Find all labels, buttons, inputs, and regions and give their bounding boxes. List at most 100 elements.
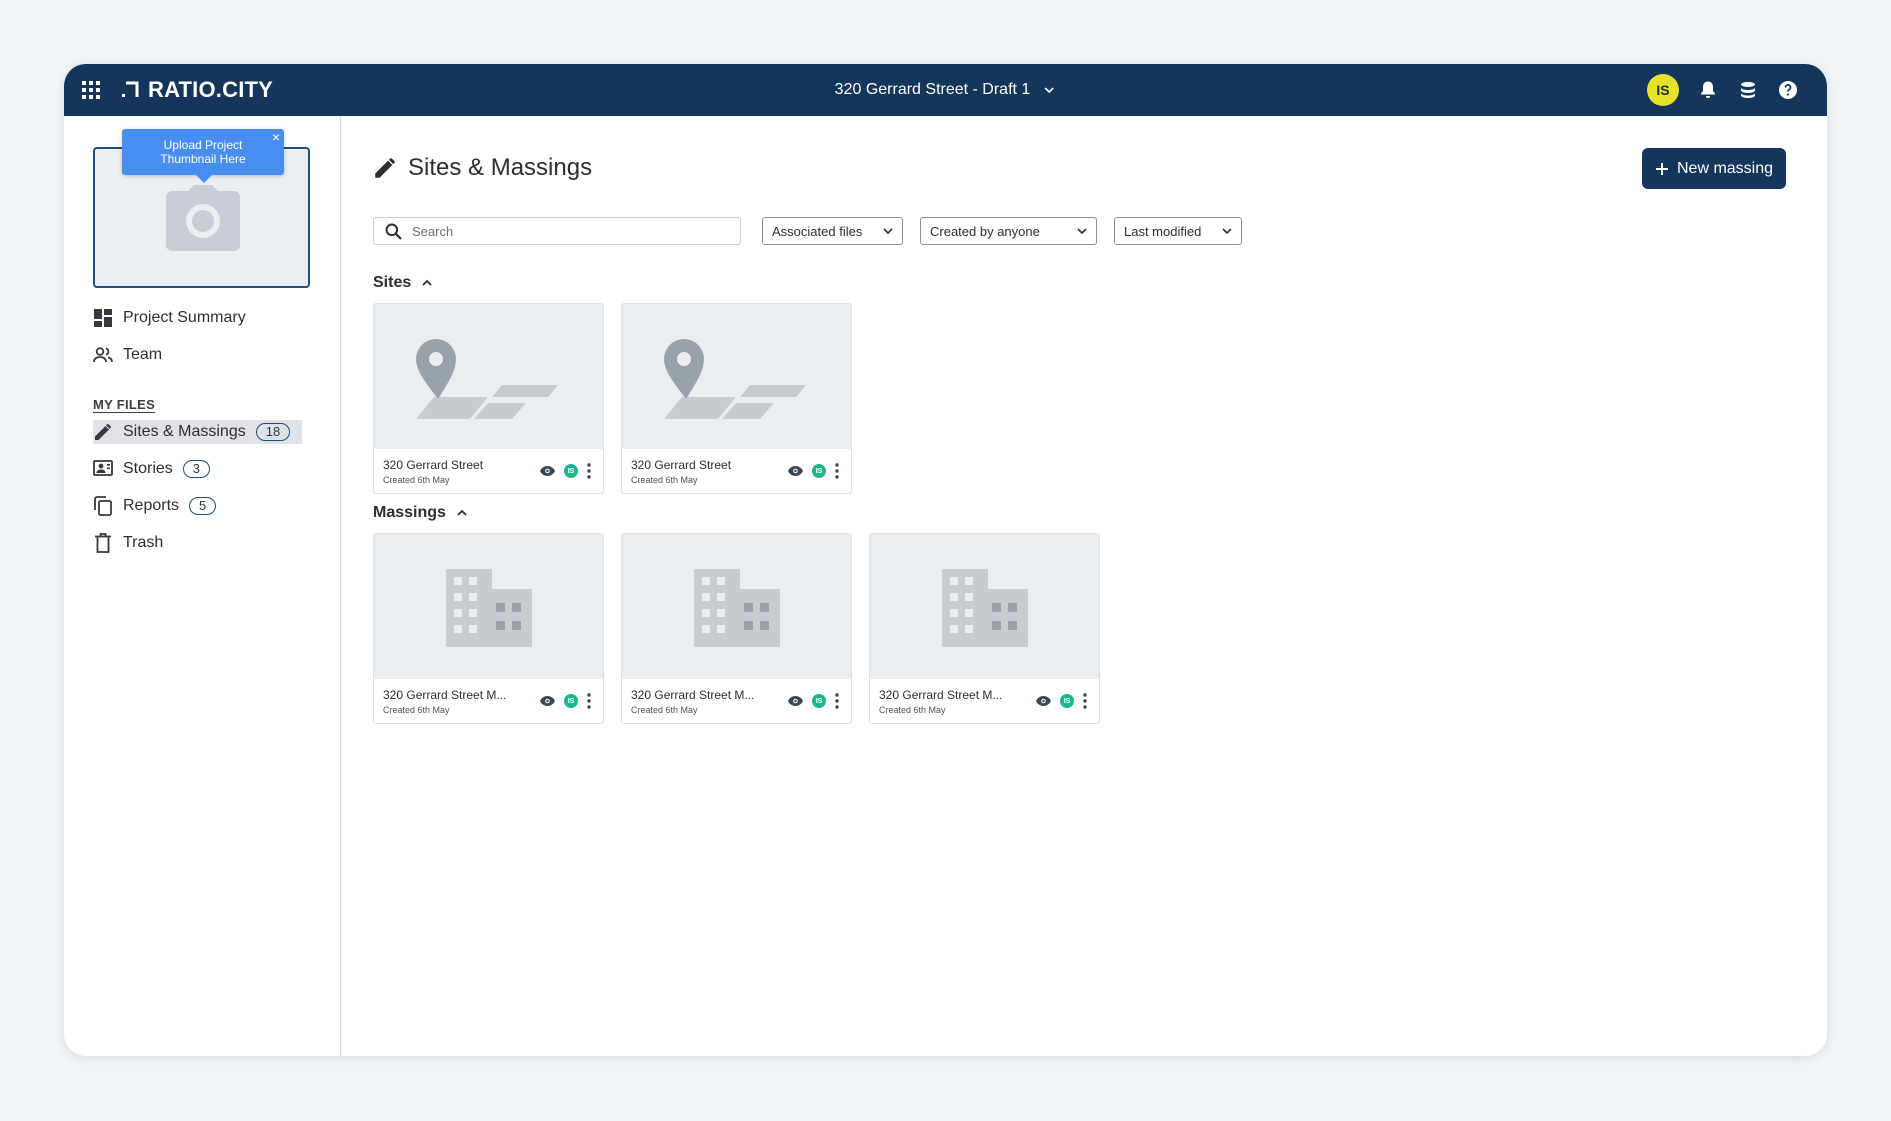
massing-thumbnail [870,534,1099,679]
close-icon[interactable]: × [272,130,280,144]
created-by-dropdown[interactable]: Created by anyone [920,217,1097,245]
building-icon [446,569,532,647]
project-nav: Project Summary Team [93,304,340,369]
camera-icon [166,185,240,251]
chevron-down-icon [1044,87,1054,94]
nav-item-stories[interactable]: Stories 3 [93,455,340,483]
page-title: Sites & Massings [408,154,593,181]
chevron-up-icon [457,509,467,516]
chevron-up-icon [422,279,432,286]
chevron-down-icon [883,228,893,235]
team-icon [93,345,113,365]
pencil-icon [375,158,395,178]
map-pin-icon [416,339,558,419]
site-card[interactable]: 320 Gerrard Street Created 6th May IS [621,303,852,494]
map-pin-icon [664,339,806,419]
owner-avatar: IS [564,464,578,478]
stories-icon [93,459,113,479]
main-content: Sites & Massings New massing Associated … [342,116,1827,1056]
nav-item-reports[interactable]: Reports 5 [93,492,340,520]
massings-heading: Massings [373,504,446,521]
tooltip-line-1: Upload Project [163,138,243,152]
more-vertical-icon[interactable] [835,463,839,479]
help-icon[interactable] [1777,79,1799,101]
database-icon[interactable] [1737,79,1759,101]
more-vertical-icon[interactable] [1083,693,1087,709]
card-title: 320 Gerrard Street M... [631,688,755,702]
card-title: 320 Gerrard Street [383,458,484,472]
nav-item-trash[interactable]: Trash [93,529,340,557]
more-vertical-icon[interactable] [587,693,591,709]
nav-label: Sites & Massings [123,423,246,440]
pencil-icon [93,422,113,442]
card-date: Created 6th May [631,705,698,715]
project-title: 320 Gerrard Street - Draft 1 [834,81,1031,98]
owner-avatar: IS [1060,694,1074,708]
eye-icon[interactable] [788,466,803,476]
site-thumbnail [622,304,851,449]
massings-section-toggle[interactable]: Massings [373,504,468,522]
bell-icon[interactable] [1697,79,1719,101]
card-title: 320 Gerrard Street M... [879,688,1003,702]
count-badge: 3 [182,460,211,478]
upload-thumbnail-tooltip: Upload Project Thumbnail Here × [122,129,284,183]
massing-card[interactable]: 320 Gerrard Street M... Created 6th May … [869,533,1100,724]
brand-logo[interactable]: RATIO.CITY [120,77,273,103]
nav-item-project-summary[interactable]: Project Summary [93,304,340,332]
nav-label: Stories [123,460,173,477]
dropdown-value: Created by anyone [930,223,1040,239]
sites-section-toggle[interactable]: Sites [373,274,433,292]
more-vertical-icon[interactable] [587,463,591,479]
nav-label: Project Summary [123,309,246,326]
app-window: RATIO.CITY 320 Gerrard Street - Draft 1 … [64,64,1827,1056]
associated-files-dropdown[interactable]: Associated files [762,217,903,245]
building-icon [942,569,1028,647]
eye-icon[interactable] [540,466,555,476]
dropdown-value: Associated files [772,223,863,239]
search-box[interactable] [373,217,741,245]
nav-label: Reports [123,497,180,514]
massing-card[interactable]: 320 Gerrard Street M... Created 6th May … [621,533,852,724]
dropdown-value: Last modified [1124,223,1202,239]
eye-icon[interactable] [788,696,803,706]
new-massing-label: New massing [1676,159,1774,177]
site-thumbnail [374,304,603,449]
nav-item-sites-massings[interactable]: Sites & Massings 18 [93,418,340,446]
apps-grid-icon[interactable] [80,79,102,101]
chevron-down-icon [1222,228,1232,235]
my-files-heading: MY FILES [93,397,156,412]
building-icon [694,569,780,647]
plus-icon [1655,162,1668,175]
site-card[interactable]: 320 Gerrard Street Created 6th May IS [373,303,604,494]
nav-label: Trash [123,534,164,551]
sites-heading: Sites [373,274,412,291]
chevron-down-icon [1077,228,1087,235]
nav-item-team[interactable]: Team [93,341,340,369]
search-input[interactable] [412,223,732,239]
copy-icon [93,496,113,516]
user-avatar[interactable]: IS [1647,74,1679,106]
massing-thumbnail [374,534,603,679]
eye-icon[interactable] [540,696,555,706]
owner-avatar: IS [812,464,826,478]
nav-label: Team [123,346,163,363]
card-date: Created 6th May [879,705,946,715]
trash-icon [93,533,113,553]
sort-dropdown[interactable]: Last modified [1114,217,1242,245]
top-bar: RATIO.CITY 320 Gerrard Street - Draft 1 … [64,64,1827,116]
dashboard-icon [93,308,113,328]
massing-card[interactable]: 320 Gerrard Street M... Created 6th May … [373,533,604,724]
more-vertical-icon[interactable] [835,693,839,709]
page-header: Sites & Massings [374,154,592,182]
card-date: Created 6th May [631,475,698,485]
sidebar: Upload Project Thumbnail Here × Project … [64,116,341,1056]
card-title: 320 Gerrard Street [631,458,732,472]
card-date: Created 6th May [383,475,450,485]
brand-name: RATIO.CITY [148,77,274,102]
project-switcher[interactable]: 320 Gerrard Street - Draft 1 [835,64,1057,116]
tooltip-line-2: Thumbnail Here [160,152,246,166]
new-massing-button[interactable]: New massing [1642,148,1786,189]
count-badge: 5 [189,497,217,515]
eye-icon[interactable] [1036,696,1051,706]
massing-thumbnail [622,534,851,679]
